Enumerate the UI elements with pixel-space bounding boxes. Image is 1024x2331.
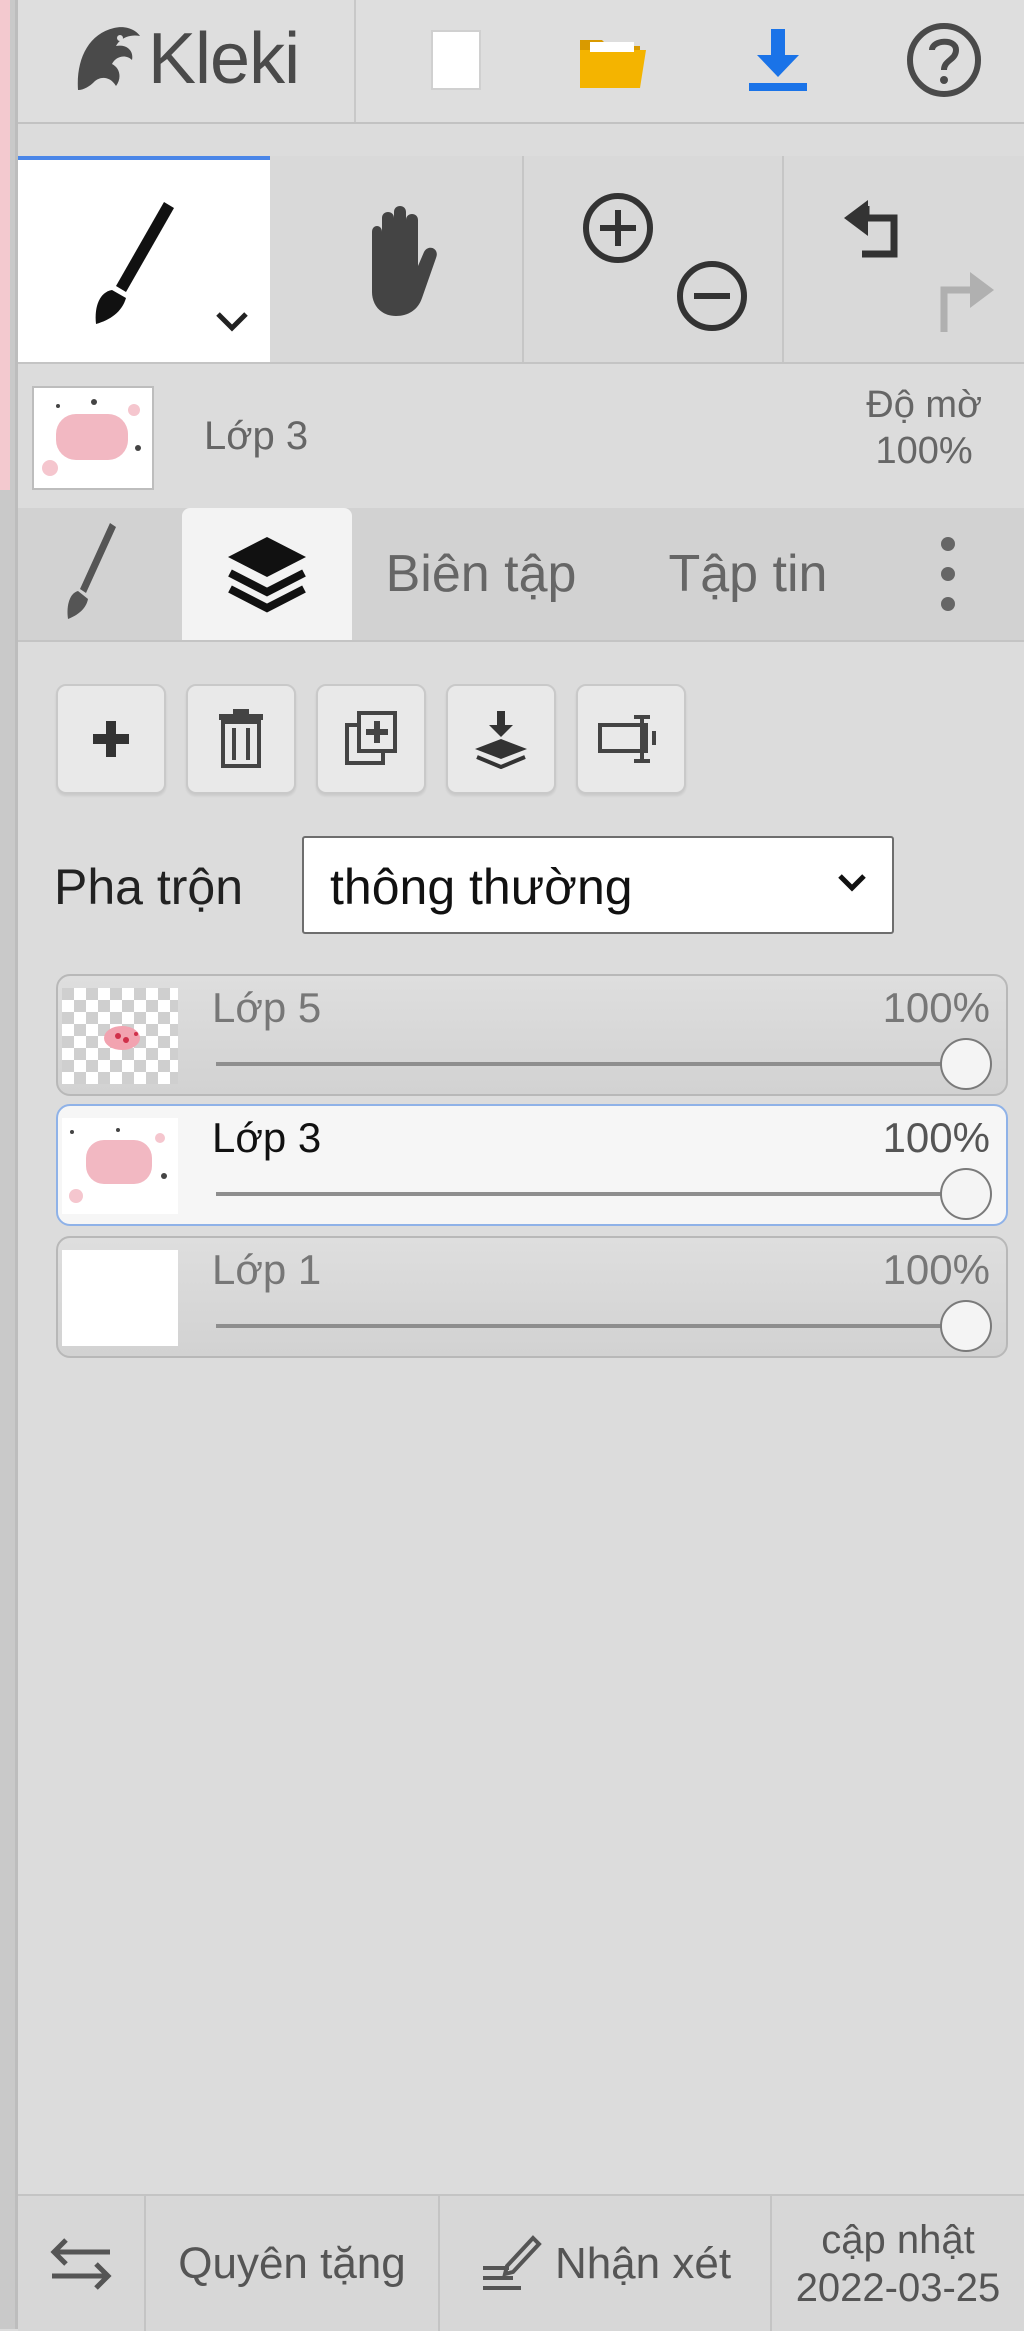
opacity-value: 100% [875, 430, 973, 472]
tab-edit[interactable]: Biên tập [376, 508, 586, 640]
divider [354, 0, 356, 122]
swap-side-button[interactable] [18, 2196, 144, 2331]
canvas-preview-strip [0, 0, 10, 490]
merge-down-button[interactable] [446, 684, 556, 794]
help-button[interactable] [904, 20, 984, 100]
more-vertical-icon [941, 537, 955, 611]
divider [522, 156, 524, 362]
undo-icon[interactable] [836, 192, 916, 272]
layers-icon [228, 537, 306, 613]
hand-tool-button[interactable] [270, 156, 520, 362]
tab-brush[interactable] [42, 508, 142, 640]
layer-name: Lớp 3 [212, 1114, 322, 1161]
chevron-down-icon[interactable] [214, 310, 250, 334]
top-bar: Kleki [18, 0, 1024, 124]
more-menu-button[interactable] [918, 508, 978, 640]
side-panel: Kleki Lớp 3 Độ mờ 100% Biên tập Tập tin … [18, 0, 1024, 2331]
feedback-icon [482, 2234, 542, 2290]
chevron-down-icon [838, 874, 866, 892]
layer-opacity: 100% [882, 1114, 990, 1161]
kleki-logo-icon [77, 27, 140, 90]
layer-item-3[interactable]: Lớp 3 100% [56, 1104, 1008, 1226]
kleki-logo[interactable]: Kleki [70, 14, 370, 104]
tab-layers[interactable] [182, 508, 352, 640]
brush-tool-button[interactable] [18, 156, 270, 362]
opacity-slider[interactable] [216, 1324, 954, 1328]
donate-label: Quyên tặng [178, 2238, 406, 2288]
blend-mode-value: thông thường [330, 859, 633, 915]
duplicate-layer-button[interactable] [316, 684, 426, 794]
donate-button[interactable]: Quyên tặng [146, 2196, 438, 2331]
panel-tabs: Biên tập Tập tin [18, 508, 1024, 642]
layer-item-1[interactable]: Lớp 1 100% [56, 1236, 1008, 1358]
tool-row [18, 156, 1024, 364]
trash-icon [219, 709, 263, 768]
delete-layer-button[interactable] [186, 684, 296, 794]
blend-mode-row: Pha trộn thông thường [54, 836, 954, 934]
layer-name: Lớp 5 [212, 984, 322, 1031]
update-label: cập nhật [821, 2217, 975, 2262]
layer-item-5[interactable]: Lớp 5 100% [56, 974, 1008, 1096]
opacity-slider-knob[interactable] [940, 1300, 992, 1352]
rename-icon [598, 715, 656, 763]
folder-open-icon [580, 40, 646, 88]
layer-thumbnail [62, 988, 178, 1084]
open-file-button[interactable] [574, 20, 654, 100]
current-layer-info: Lớp 3 Độ mờ 100% [18, 364, 1024, 500]
plus-icon [93, 721, 129, 757]
tab-file[interactable]: Tập tin [648, 508, 848, 640]
layer-opacity: 100% [882, 984, 990, 1031]
blend-mode-select[interactable]: thông thường [302, 836, 894, 934]
zoom-controls [530, 156, 782, 362]
current-layer-name: Lớp 3 [204, 414, 309, 458]
history-controls [784, 156, 1024, 362]
swap-icon [50, 2237, 112, 2290]
opacity-slider[interactable] [216, 1062, 954, 1066]
hand-icon [372, 206, 437, 316]
tab-edit-label: Biên tập [385, 545, 577, 603]
feedback-button[interactable]: Nhận xét [440, 2196, 770, 2331]
save-button[interactable] [738, 20, 818, 100]
redo-icon[interactable] [922, 260, 1002, 340]
duplicate-icon [345, 711, 397, 765]
layer-name: Lớp 1 [212, 1246, 322, 1293]
layer-opacity: 100% [882, 1246, 990, 1293]
update-info: cập nhật 2022-03-25 [796, 2216, 1001, 2312]
download-icon [749, 29, 807, 91]
layer-thumbnail [62, 1250, 178, 1346]
bottom-bar: Quyên tặng Nhận xét cập nhật 2022-03-25 [18, 2194, 1024, 2331]
changelog-button[interactable]: cập nhật 2022-03-25 [772, 2196, 1024, 2331]
zoom-out-icon[interactable] [672, 256, 752, 336]
new-image-icon [431, 30, 481, 90]
help-icon [907, 23, 981, 97]
zoom-in-icon[interactable] [578, 188, 658, 268]
opacity-slider-knob[interactable] [940, 1038, 992, 1090]
brush-icon [67, 523, 116, 619]
app-name: Kleki [148, 19, 300, 99]
add-layer-button[interactable] [56, 684, 166, 794]
opacity-slider-knob[interactable] [940, 1168, 992, 1220]
rename-layer-button[interactable] [576, 684, 686, 794]
current-layer-thumbnail [32, 386, 154, 490]
feedback-label: Nhận xét [554, 2238, 732, 2288]
blend-mode-label: Pha trộn [54, 859, 244, 915]
opacity-slider[interactable] [216, 1192, 954, 1196]
tab-file-label: Tập tin [668, 545, 828, 603]
new-image-button[interactable] [416, 20, 496, 100]
canvas-edge [0, 0, 18, 2329]
brush-icon [95, 202, 174, 324]
layer-thumbnail [62, 1118, 178, 1214]
opacity-display: Độ mờ 100% [866, 382, 982, 474]
merge-down-icon [475, 711, 527, 769]
update-date: 2022-03-25 [795, 2265, 1001, 2310]
opacity-label: Độ mờ [866, 384, 982, 426]
